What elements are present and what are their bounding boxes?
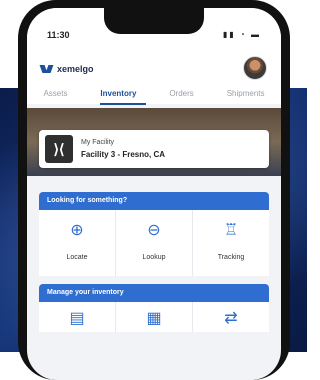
tab-inventory[interactable]: Inventory (100, 89, 136, 98)
manage-tile-3[interactable]: ⇄ (193, 302, 269, 332)
tracking-label: Tracking (217, 254, 245, 261)
lookup-label: Lookup (142, 254, 166, 261)
app-name: xemelgo (57, 64, 94, 74)
search-section-header: Looking for something? (39, 192, 269, 210)
active-tab-indicator (100, 103, 146, 105)
tab-orders[interactable]: Orders (169, 89, 193, 98)
manage-tiles: ▤ ▦ ⇄ (39, 302, 269, 332)
facility-card[interactable]: ⟩⟨ My Facility Facility 3 - Fresno, CA (39, 130, 269, 168)
xemelgo-logo-icon (39, 64, 54, 74)
locate-icon: ⊕ (70, 222, 84, 239)
locate-label: Locate (66, 254, 88, 261)
app-header: xemelgo (27, 48, 281, 82)
tab-shipments[interactable]: Shipments (227, 89, 265, 98)
manage-tile-2[interactable]: ▦ (116, 302, 193, 332)
search-tiles: ⊕ Locate ⊖ Lookup ♖ Tracking (39, 210, 269, 276)
tab-assets[interactable]: Assets (43, 89, 67, 98)
status-time: 11:30 (47, 30, 70, 40)
transfer-icon: ⇄ (224, 310, 238, 327)
phone-frame: 11:30 ▮▮ ◔ ▬ xemelgo Assets Inventory Or… (18, 0, 290, 380)
locate-button[interactable]: ⊕ Locate (39, 210, 116, 276)
nav-tabs: Assets Inventory Orders Shipments (27, 82, 281, 104)
status-icons: ▮▮ ◔ ▬ (222, 30, 261, 39)
phone-screen: 11:30 ▮▮ ◔ ▬ xemelgo Assets Inventory Or… (27, 8, 281, 380)
phone-notch (104, 8, 204, 34)
manage-section-header: Manage your inventory (39, 284, 269, 302)
calendar-icon: ▦ (146, 310, 162, 327)
facility-label: My Facility (81, 139, 115, 146)
manage-tile-1[interactable]: ▤ (39, 302, 116, 332)
tracking-icon: ♖ (223, 222, 239, 239)
lookup-button[interactable]: ⊖ Lookup (116, 210, 193, 276)
facility-name: Facility 3 - Fresno, CA (81, 150, 166, 159)
app-logo: xemelgo (39, 64, 94, 74)
lookup-icon: ⊖ (147, 222, 161, 239)
clipboard-icon: ▤ (69, 310, 85, 327)
facility-logo-icon: ⟩⟨ (45, 135, 73, 163)
user-avatar[interactable] (243, 56, 267, 80)
tracking-button[interactable]: ♖ Tracking (193, 210, 269, 276)
